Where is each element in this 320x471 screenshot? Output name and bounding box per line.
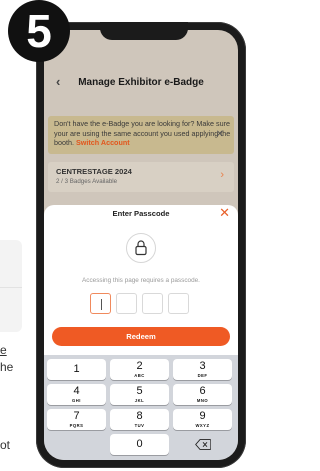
key-digit: 5 [136, 385, 143, 397]
key-digit: 4 [73, 385, 80, 397]
passcode-digit-box[interactable] [116, 293, 137, 314]
key-1[interactable]: 1 [47, 359, 106, 380]
redeem-button[interactable]: Redeem [52, 327, 230, 346]
key-letters: TUV [134, 423, 145, 428]
modal-title: Enter Passcode [112, 209, 170, 218]
page-title: Manage Exhibitor e-Badge [78, 76, 204, 88]
background-text-fragment: e [0, 343, 7, 357]
numeric-keypad: 1 2 ABC 3 DEF 4 GHI 5 JKL 6 MNO 7 PQRS 8 TUV 9W… [44, 355, 238, 460]
key-0[interactable]: 0 [110, 434, 169, 455]
passcode-input[interactable] [90, 293, 189, 314]
key-letters: WXYZ [195, 423, 210, 428]
close-icon[interactable]: ✕ [219, 206, 230, 220]
passcode-digit-box[interactable] [168, 293, 189, 314]
key-letters: MNO [196, 398, 209, 403]
passcode-modal: Enter Passcode ✕ Accessing this page req… [44, 205, 238, 355]
background-text-fragment: he [0, 360, 14, 374]
key-2[interactable]: 2 ABC [110, 359, 169, 380]
app-header: ‹ Manage Exhibitor e-Badge [44, 70, 238, 94]
key-letters: DEF [197, 373, 208, 378]
key-letters: ABC [134, 373, 145, 378]
key-letters: JKL [134, 398, 145, 403]
step-number-badge: 5 [8, 0, 70, 62]
switch-account-link[interactable]: Switch Account [76, 138, 130, 147]
badge-availability: 2 / 3 Badges Available [56, 178, 118, 185]
passcode-description: Accessing this page requires a passcode. [82, 277, 200, 284]
key-3[interactable]: 3 DEF [173, 359, 232, 380]
backspace-icon[interactable] [173, 434, 232, 455]
key-digit: 0 [136, 438, 143, 450]
divider [0, 287, 22, 288]
event-card[interactable]: CENTRESTAGE 2024 2 / 3 Badges Available … [48, 162, 234, 192]
close-icon[interactable]: ✕ [216, 130, 224, 140]
key-digit: 1 [73, 362, 80, 375]
key-9[interactable]: 9 WXYZ [173, 409, 232, 430]
key-letters: GHI [72, 398, 81, 403]
key-letters: PQRS [69, 423, 84, 428]
key-7[interactable]: 7 PQRS [47, 409, 106, 430]
event-name: CENTRESTAGE 2024 [56, 167, 132, 176]
key-8[interactable]: 8 TUV [110, 409, 169, 430]
lock-icon [126, 233, 156, 263]
key-digit: 8 [136, 410, 143, 422]
background-text-fragment: ot [0, 438, 11, 452]
key-4[interactable]: 4 GHI [47, 384, 106, 405]
key-5[interactable]: 5 JKL [110, 384, 169, 405]
key-6[interactable]: 6 MNO [173, 384, 232, 405]
key-digit: 9 [199, 410, 206, 422]
passcode-digit-box[interactable] [142, 293, 163, 314]
phone-notch [100, 22, 188, 40]
passcode-digit-box[interactable] [90, 293, 111, 314]
key-digit: 6 [199, 385, 206, 397]
account-notice-banner: Don't have the e-Badge you are looking f… [48, 116, 234, 154]
background-card [0, 240, 22, 332]
chevron-right-icon: › [220, 169, 224, 181]
key-digit: 7 [73, 410, 80, 422]
chevron-left-icon[interactable]: ‹ [56, 74, 60, 89]
phone-screen: ‹ Manage Exhibitor e-Badge Don't have th… [44, 30, 238, 460]
key-digit: 2 [136, 360, 143, 372]
key-digit: 3 [199, 360, 206, 372]
keypad-spacer [47, 434, 106, 455]
